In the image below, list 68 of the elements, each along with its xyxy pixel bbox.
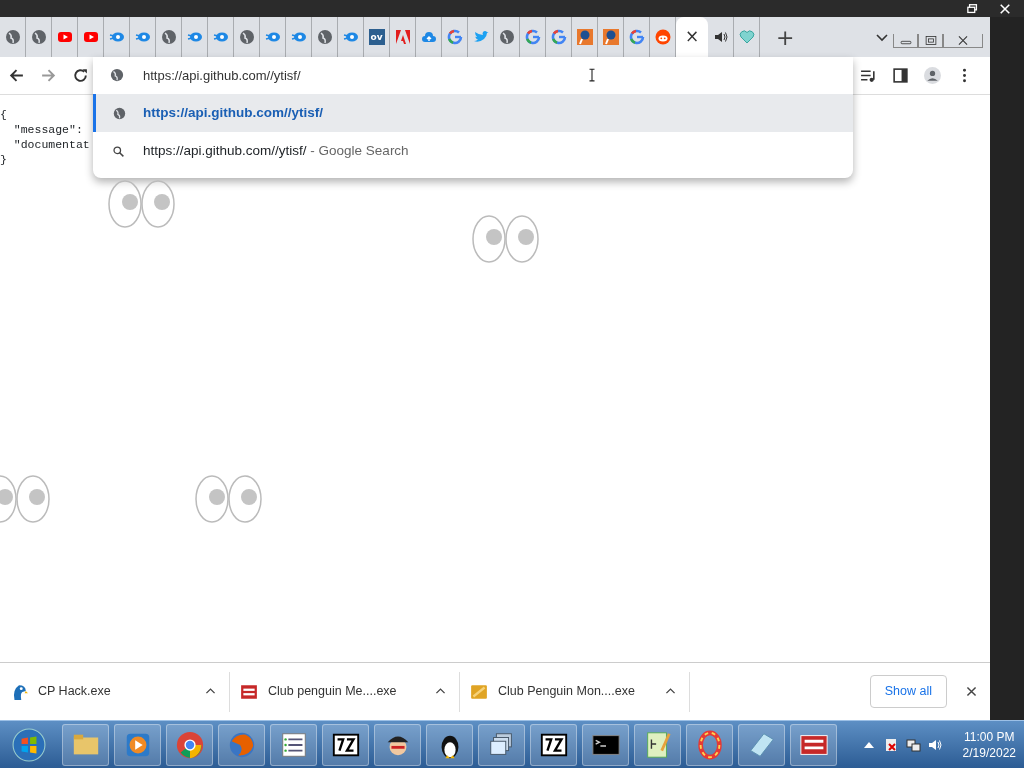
google-icon [550,29,567,45]
sign-icon [240,682,258,701]
play-icon [56,29,73,45]
show-all-button[interactable]: Show all [869,675,947,708]
search-icon [111,144,125,158]
maximize-icon[interactable] [918,34,943,48]
tab[interactable]: × [676,17,708,57]
code-line: "message": [12,122,83,137]
play-icon [82,29,99,45]
chrome-icon[interactable] [166,723,213,766]
network-icon[interactable] [904,736,921,753]
alien-icon [654,29,671,45]
folder-icon[interactable] [62,723,109,766]
suggestion[interactable]: https://api.github.com//ytisf/ [93,94,853,132]
new-tab-button[interactable]: + [776,20,795,54]
download-name[interactable]: Club Penguin Mon....exe [498,682,635,701]
google-icon [524,29,541,45]
folder-icon [470,682,488,701]
bird-icon [472,29,489,45]
terminal-icon[interactable] [582,723,629,766]
googly-eyes-drawing [108,180,176,228]
address-field[interactable]: https://api.github.com//ytisf/ [93,57,853,94]
close-icon[interactable] [943,34,983,48]
globe-icon[interactable] [218,723,265,766]
play-icon[interactable] [114,723,161,766]
sign-icon[interactable] [790,723,837,766]
globe-icon [160,29,177,45]
minimize-icon[interactable] [893,34,918,48]
suggestion[interactable]: https://api.github.com//ytisf/ - Google Search [93,132,853,170]
archive-icon[interactable] [322,723,369,766]
ring-icon[interactable] [686,723,733,766]
googly-eyes-drawing [195,475,263,523]
penguin-icon[interactable] [426,723,473,766]
code-line: } [0,152,7,167]
download-name[interactable]: CP Hack.exe [38,682,111,701]
clock-date: 2/19/2022 [962,744,1016,761]
globe-icon [238,29,255,45]
archive-icon[interactable] [530,723,577,766]
globe-icon [110,68,124,82]
globe-icon [113,106,126,120]
magnifier-icon [602,29,619,45]
globe-icon [498,29,515,45]
globe-icon [4,29,21,45]
googly-eyes-drawing [472,215,540,263]
windows-icon[interactable] [478,723,525,766]
text-cursor-icon [587,67,597,83]
google-icon [446,29,463,45]
download-name[interactable]: Club penguin Me....exe [268,682,397,701]
close-icon [998,3,1012,15]
adobe-icon [394,29,411,45]
suggestion-hint: - Google Search [309,141,409,160]
globe-icon [30,29,47,45]
clock-time: 11:00 PM [963,728,1016,745]
tab[interactable]: ov [364,17,390,57]
suggestion-text: https://api.github.com//ytisf/ [143,103,323,122]
google-icon [628,29,645,45]
tab-icon: ov [368,29,385,45]
cloud-upload-icon [420,29,437,45]
close-icon[interactable] [965,685,978,698]
suggestion-text: https://api.github.com//ytisf/ [143,141,307,160]
code-line: "documentat [12,137,90,152]
list-icon[interactable] [270,723,317,766]
pirate-icon[interactable] [374,723,421,766]
code-line: { [0,107,7,122]
globe-icon [316,29,333,45]
speaker-icon [712,29,729,45]
magnifier-icon [576,29,593,45]
heart-icon [738,29,755,45]
